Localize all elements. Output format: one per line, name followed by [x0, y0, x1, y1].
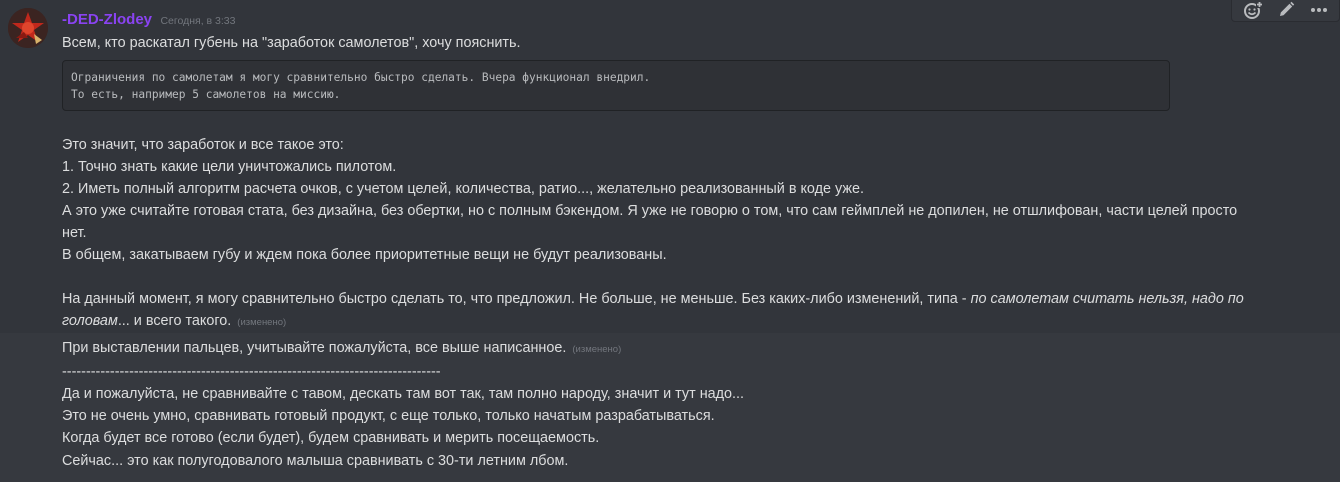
avatar-image — [8, 8, 48, 48]
message-line: Когда будет все готово (если будет), буд… — [62, 430, 600, 446]
message-line: Это не очень умно, сравнивать готовый пр… — [62, 408, 715, 424]
message-line: 1. Точно знать какие цели уничтожались п… — [62, 159, 397, 175]
message-line: Сейчас... это как полугодовалого малыша … — [62, 453, 569, 469]
message-line: головам... и всего такого. (изменено) — [62, 310, 286, 334]
more-icon — [1310, 8, 1327, 12]
message-line: На данный момент, я могу сравнительно бы… — [62, 288, 1244, 310]
italic-text: головам — [62, 313, 118, 329]
message-line: Да и пожалуйста, не сравнивайте с тавом,… — [62, 386, 745, 402]
more-button[interactable] — [1306, 0, 1332, 20]
message-line: При выставлении пальцев, учитывайте пожа… — [62, 337, 621, 361]
message-line: Всем, кто раскатал губень на "заработок … — [62, 35, 521, 51]
message-line: нет. — [62, 225, 87, 241]
message-text: При выставлении пальцев, учитывайте пожа… — [62, 340, 567, 356]
username[interactable]: -DED-Zlodey — [62, 11, 152, 28]
message-header: -DED-Zlodey Сегодня, в 3:33 — [62, 11, 235, 31]
avatar[interactable] — [8, 8, 48, 48]
message-line: В общем, закатываем губу и ждем пока бол… — [62, 247, 667, 263]
message-text: ... и всего такого. — [117, 313, 232, 329]
code-line: То есть, например 5 самолетов на миссию. — [71, 88, 341, 101]
message-line: Это значит, что заработок и все такое эт… — [62, 137, 344, 153]
add-reaction-icon — [1243, 1, 1263, 19]
code-line: Ограничения по самолетам я могу сравните… — [71, 71, 651, 84]
message-line: 2. Иметь полный алгоритм расчета очков, … — [62, 181, 864, 197]
message-text: На данный момент, я могу сравнительно бы… — [62, 291, 971, 307]
add-reaction-button[interactable] — [1240, 0, 1266, 20]
message-toolbar — [1231, 0, 1340, 22]
message-line: А это уже считайте готовая стата, без ди… — [62, 203, 1238, 219]
separator-line: ----------------------------------------… — [62, 364, 441, 380]
timestamp[interactable]: Сегодня, в 3:33 — [160, 15, 235, 27]
edit-icon — [1279, 1, 1294, 16]
edited-label: (изменено) — [572, 344, 622, 355]
edit-button[interactable] — [1273, 0, 1299, 20]
italic-text: по самолетам считать нельзя, надо по — [970, 291, 1244, 307]
code-block: Ограничения по самолетам я могу сравните… — [62, 60, 1170, 111]
edited-label: (изменено) — [237, 317, 287, 328]
